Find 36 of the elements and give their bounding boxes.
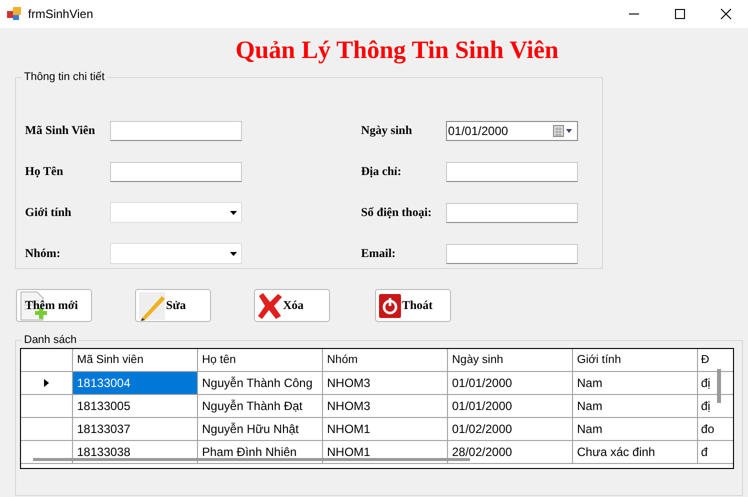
close-icon[interactable] [720, 8, 732, 20]
x-mark-icon [257, 292, 283, 320]
input-field[interactable] [110, 120, 242, 140]
group-title: Danh sách [23, 334, 78, 346]
calendar-icon [553, 124, 573, 136]
dropdown-field[interactable] [110, 243, 242, 264]
field-label: Nhóm: [25, 246, 62, 261]
field-label: Họ Tên [25, 164, 64, 179]
action-button[interactable]: Thêm mới [16, 289, 92, 322]
dropdown-field[interactable] [110, 202, 242, 223]
field-label: Ngày sinh [361, 123, 414, 138]
maximize-icon[interactable] [674, 8, 686, 20]
action-button[interactable]: Sửa [135, 289, 211, 322]
field-label: Địa chỉ: [361, 164, 402, 179]
pencil-icon [138, 290, 166, 320]
input-field[interactable] [110, 162, 242, 182]
vertical-scrollbar[interactable] [717, 369, 721, 403]
window-title: frmSinhVien [28, 7, 94, 21]
power-icon [378, 292, 402, 318]
dropdown-arrow-icon [230, 210, 237, 214]
field-label: Mã Sinh Viên [25, 123, 96, 138]
date-picker[interactable]: 01/01/2000 [446, 120, 578, 140]
form-heading: Quản Lý Thông Tin Sinh Viên [234, 37, 560, 66]
action-button[interactable]: Thoát [375, 289, 451, 322]
dropdown-arrow-icon [230, 252, 237, 256]
field-label: Số điện thoại: [361, 205, 433, 220]
group-title: Thông tin chi tiết [23, 71, 106, 83]
table-cell: 18133004 [73, 372, 198, 394]
field-label: Email: [361, 246, 397, 261]
app-icon [6, 6, 22, 22]
input-field[interactable] [446, 202, 578, 222]
input-field[interactable] [446, 244, 578, 264]
field-label: Giới tính [25, 205, 72, 220]
input-field[interactable] [446, 162, 578, 182]
horizontal-scrollbar[interactable] [33, 458, 470, 461]
action-button[interactable]: Xóa [254, 289, 330, 322]
